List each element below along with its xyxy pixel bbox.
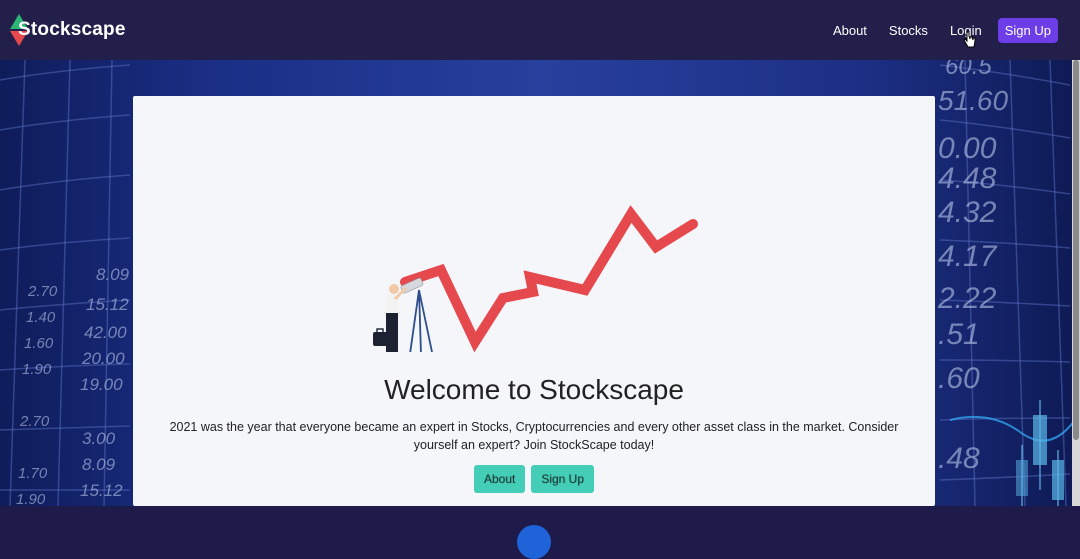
bg-number: 1.90	[16, 491, 46, 506]
bg-number: 1.90	[22, 361, 52, 378]
bg-number: 1.40	[26, 309, 56, 326]
bg-number: .48	[938, 442, 980, 475]
scrollbar-thumb[interactable]	[1073, 60, 1079, 440]
bg-number: 20.00	[81, 349, 125, 368]
about-button[interactable]: About	[473, 465, 526, 493]
bg-number: 19.00	[80, 375, 123, 394]
bg-number: 4.48	[938, 162, 997, 195]
brand[interactable]: Stockscape	[8, 12, 126, 48]
investor-chart-illustration	[373, 205, 698, 352]
signup-button[interactable]: Sign Up	[531, 465, 595, 493]
welcome-card: Welcome to Stockscape 2021 was the year …	[133, 96, 935, 506]
businessman-figure	[373, 284, 408, 352]
hero-section: 8.09 15.12 42.00 20.00 19.00 3.00 8.09 1…	[0, 60, 1080, 506]
scroll-to-top-button[interactable]	[517, 525, 551, 559]
welcome-paragraph: 2021 was the year that everyone became a…	[169, 420, 899, 452]
bg-number: 4.32	[938, 196, 997, 229]
bg-number: 4.17	[938, 240, 998, 273]
bg-number: 8.09	[82, 455, 116, 474]
bg-number: 1.60	[24, 335, 54, 352]
bg-number: .60	[938, 362, 980, 395]
rising-chart-line	[400, 205, 698, 352]
bg-number: 0.00	[938, 132, 997, 165]
bg-number: 2.70	[19, 413, 50, 430]
nav-about-link[interactable]: About	[833, 23, 867, 38]
bg-number: 1.70	[18, 465, 48, 482]
bg-number: 42.00	[84, 323, 127, 342]
brand-name: Stockscape	[18, 19, 126, 40]
bg-number: 51.60	[938, 85, 1008, 116]
bg-number: 15.12	[86, 295, 129, 314]
bg-number: 2.70	[27, 283, 58, 300]
bg-number: 8.09	[96, 265, 130, 284]
navbar: Stockscape About Stocks Login Sign Up	[0, 0, 1080, 60]
card-button-group: About Sign Up	[133, 465, 935, 493]
nav-stocks-link[interactable]: Stocks	[889, 23, 928, 38]
bg-number: 3.00	[82, 429, 116, 448]
bg-number: .51	[938, 318, 980, 351]
welcome-headline: Welcome to Stockscape	[384, 374, 684, 405]
vertical-scrollbar[interactable]	[1072, 60, 1080, 506]
nav-links: About Stocks Login Sign Up	[811, 17, 1058, 43]
bg-number: 15.12	[80, 481, 123, 500]
bg-number: 2.22	[937, 282, 997, 315]
bg-number: 60.5	[945, 60, 992, 80]
nav-signup-button[interactable]: Sign Up	[997, 17, 1058, 43]
hand-cursor-icon	[963, 31, 976, 48]
